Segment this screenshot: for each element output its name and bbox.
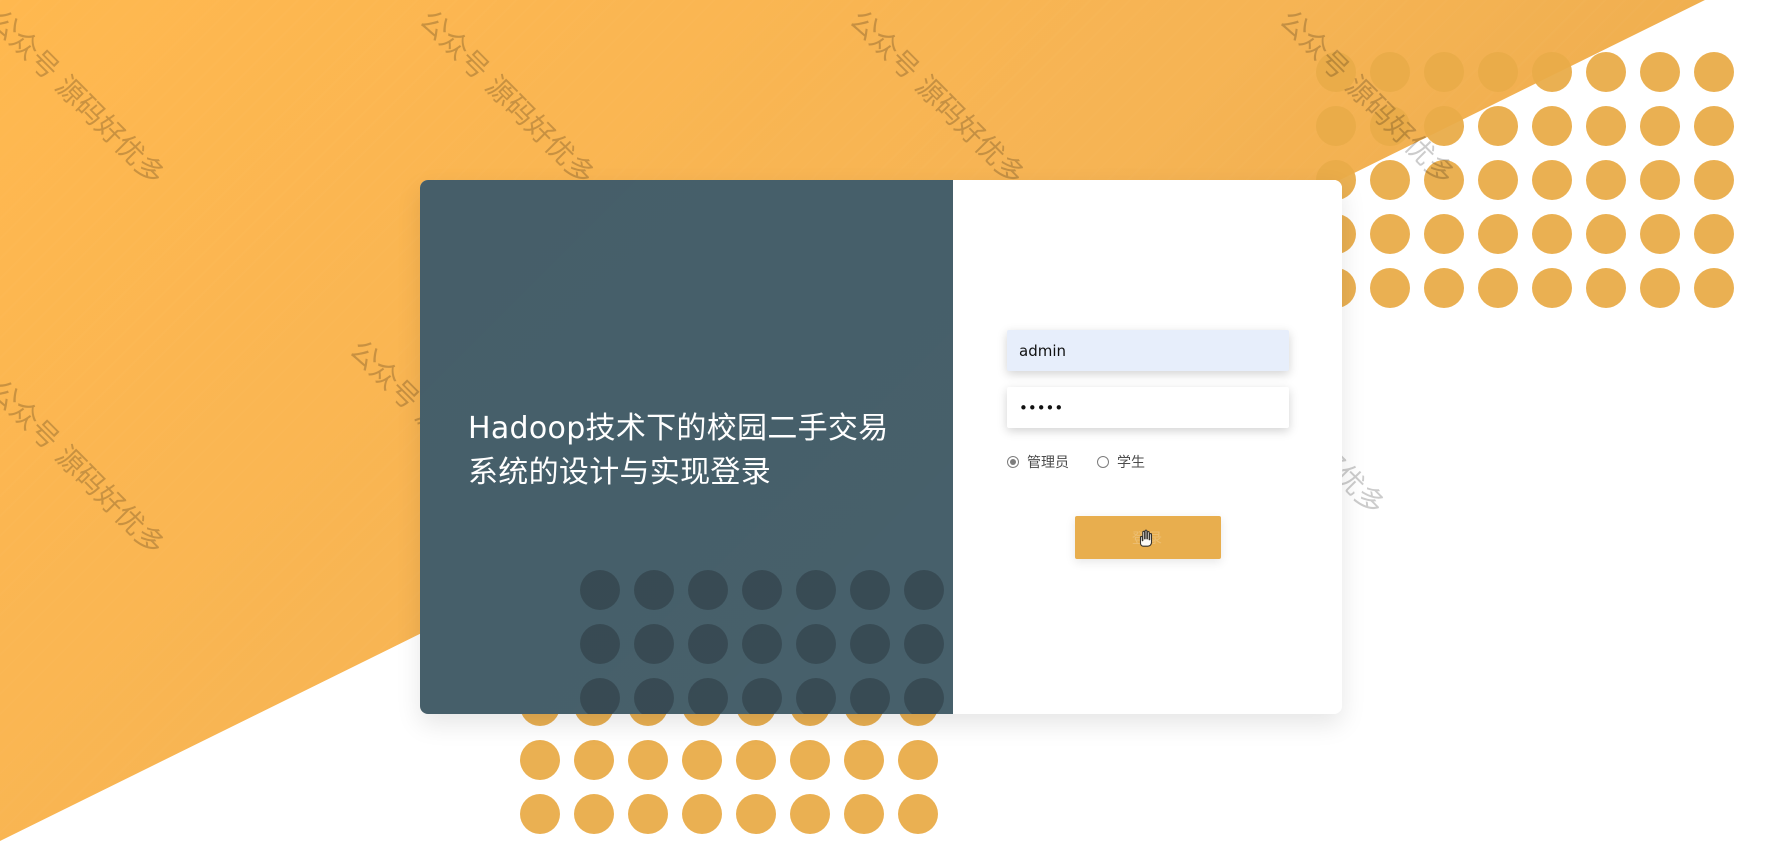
submit-row: 登录	[1007, 516, 1289, 559]
decorative-dot	[1694, 214, 1734, 254]
decorative-dot	[580, 678, 620, 714]
decorative-dot	[898, 740, 938, 780]
decorative-dot	[1478, 214, 1518, 254]
decorative-dot	[1478, 160, 1518, 200]
radio-unchecked-icon[interactable]	[1097, 456, 1109, 468]
decorative-dot	[1586, 268, 1626, 308]
decorative-dot	[682, 740, 722, 780]
decorative-dot	[688, 678, 728, 714]
decorative-dot	[1694, 160, 1734, 200]
decorative-dot	[796, 678, 836, 714]
username-input[interactable]	[1007, 330, 1289, 371]
role-option-student[interactable]: 学生	[1097, 452, 1145, 472]
decorative-dot	[904, 570, 944, 610]
decorative-dot	[904, 678, 944, 714]
decorative-dot	[1532, 106, 1572, 146]
decorative-dot	[790, 794, 830, 834]
decorative-dot	[688, 570, 728, 610]
decorative-dot	[574, 794, 614, 834]
decorative-dot	[1586, 214, 1626, 254]
decorative-dot	[898, 794, 938, 834]
decorative-dot	[1640, 268, 1680, 308]
decorative-dot	[1586, 52, 1626, 92]
decorative-dot	[1694, 268, 1734, 308]
decorative-dot	[742, 624, 782, 664]
decorative-dot	[1532, 160, 1572, 200]
login-submit-button[interactable]: 登录	[1075, 516, 1221, 559]
decorative-dot	[844, 794, 884, 834]
decorative-dot	[580, 624, 620, 664]
decorative-dot	[1640, 160, 1680, 200]
left-pane-decorative-dot-grid	[580, 570, 953, 714]
decorative-dot	[850, 570, 890, 610]
role-label: 管理员	[1027, 455, 1069, 471]
decorative-dot	[1424, 160, 1464, 200]
decorative-dot	[1640, 106, 1680, 146]
decorative-dot	[844, 740, 884, 780]
role-selector: 管理员 学生	[1007, 452, 1289, 472]
decorative-dot	[796, 570, 836, 610]
decorative-dot	[1424, 214, 1464, 254]
decorative-dot	[736, 794, 776, 834]
decorative-dot	[1478, 268, 1518, 308]
decorative-dot	[682, 794, 722, 834]
decorative-dot	[1370, 214, 1410, 254]
decorative-dot	[736, 740, 776, 780]
decorative-dot	[850, 678, 890, 714]
decorative-dot	[742, 570, 782, 610]
login-right-pane: 管理员 学生 登录	[953, 180, 1342, 714]
decorative-dot	[790, 740, 830, 780]
decorative-dot	[634, 678, 674, 714]
decorative-dot	[574, 740, 614, 780]
login-left-pane: Hadoop技术下的校园二手交易系统的设计与实现登录	[420, 180, 953, 714]
login-card: Hadoop技术下的校园二手交易系统的设计与实现登录 管理员 学生 登录	[420, 180, 1342, 714]
decorative-dot	[1532, 268, 1572, 308]
decorative-dot	[1694, 52, 1734, 92]
decorative-dot	[1694, 106, 1734, 146]
radio-checked-icon[interactable]	[1007, 456, 1019, 468]
decorative-dot	[520, 794, 560, 834]
decorative-dot	[1370, 160, 1410, 200]
decorative-dot	[688, 624, 728, 664]
decorative-dot	[850, 624, 890, 664]
role-option-admin[interactable]: 管理员	[1007, 452, 1069, 472]
hand-cursor-icon	[1139, 529, 1153, 547]
decorative-dot	[1478, 106, 1518, 146]
decorative-dot	[1370, 268, 1410, 308]
decorative-dot	[1640, 52, 1680, 92]
decorative-dot	[796, 624, 836, 664]
decorative-dot	[1640, 214, 1680, 254]
decorative-dot	[742, 678, 782, 714]
decorative-dot	[1424, 268, 1464, 308]
decorative-dot	[1586, 160, 1626, 200]
password-input[interactable]	[1007, 387, 1289, 428]
decorative-dot	[904, 624, 944, 664]
login-form: 管理员 学生 登录	[1007, 330, 1289, 559]
decorative-dot	[634, 570, 674, 610]
decorative-dot	[1586, 106, 1626, 146]
decorative-dot	[520, 740, 560, 780]
decorative-dot	[1532, 214, 1572, 254]
decorative-dot	[634, 624, 674, 664]
decorative-dot	[628, 740, 668, 780]
system-title: Hadoop技术下的校园二手交易系统的设计与实现登录	[468, 411, 889, 490]
decorative-dot	[628, 794, 668, 834]
decorative-dot	[580, 570, 620, 610]
role-label: 学生	[1117, 455, 1145, 471]
